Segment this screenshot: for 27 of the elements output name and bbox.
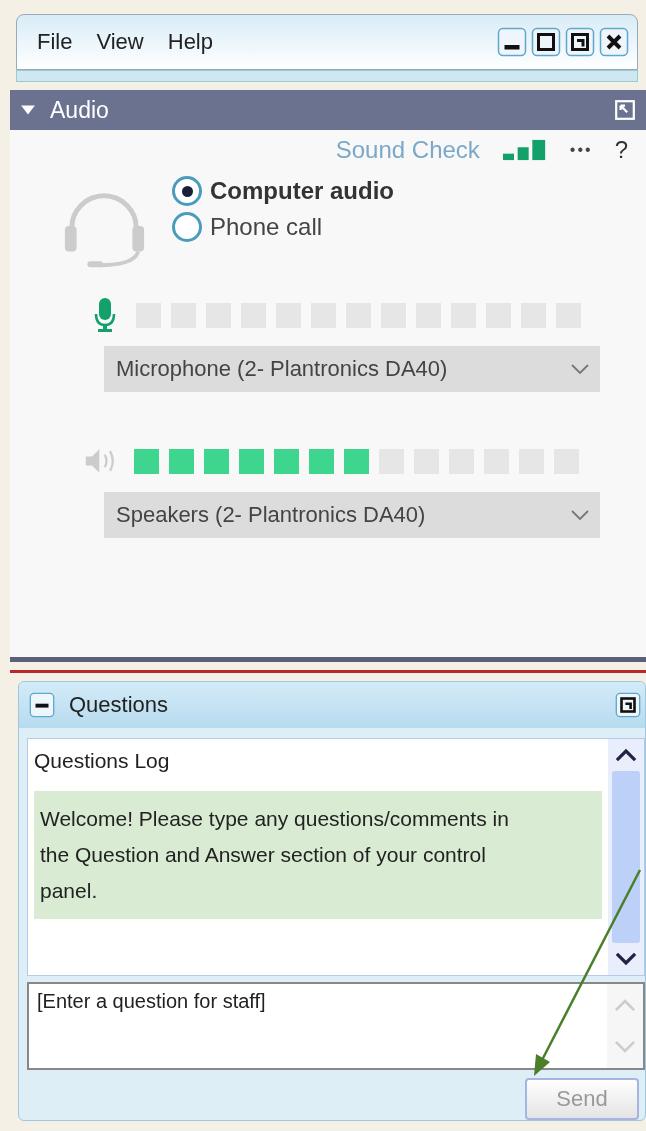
restore-icon[interactable] xyxy=(565,27,595,57)
device-dropdown[interactable]: Speakers (2- Plantronics DA40) xyxy=(104,492,600,538)
signal-bars-icon xyxy=(501,139,548,161)
microphone-icon xyxy=(94,298,116,332)
restore-icon[interactable] xyxy=(615,692,641,718)
chevron-down-icon xyxy=(570,363,590,375)
more-options-button[interactable]: ••• xyxy=(569,141,593,159)
radio-label: Phone call xyxy=(210,213,323,241)
help-button[interactable]: ? xyxy=(614,136,628,164)
questions-title: Questions xyxy=(69,692,170,718)
maximize-icon[interactable] xyxy=(531,27,561,57)
radio-label: Computer audio xyxy=(210,177,394,205)
close-icon[interactable] xyxy=(599,27,629,57)
radio-button[interactable] xyxy=(172,212,202,242)
log-title: Questions Log xyxy=(34,749,171,773)
scrollbar[interactable] xyxy=(608,739,644,975)
minimize-icon[interactable] xyxy=(497,27,527,57)
menu-item[interactable]: Help xyxy=(167,29,213,55)
chevron-down-icon xyxy=(570,509,590,521)
audio-title: Audio xyxy=(50,96,110,124)
radio-button[interactable] xyxy=(172,176,202,206)
welcome-message: Welcome! Please type any questions/comments in the Question and Answer section of your control panel. xyxy=(34,791,602,919)
device-dropdown[interactable]: Microphone (2- Plantronics DA40) xyxy=(104,346,600,392)
popout-icon[interactable] xyxy=(614,99,636,121)
menu-item[interactable]: File xyxy=(37,29,73,55)
menu-item[interactable]: View xyxy=(96,29,144,55)
collapse-icon[interactable] xyxy=(29,692,55,718)
